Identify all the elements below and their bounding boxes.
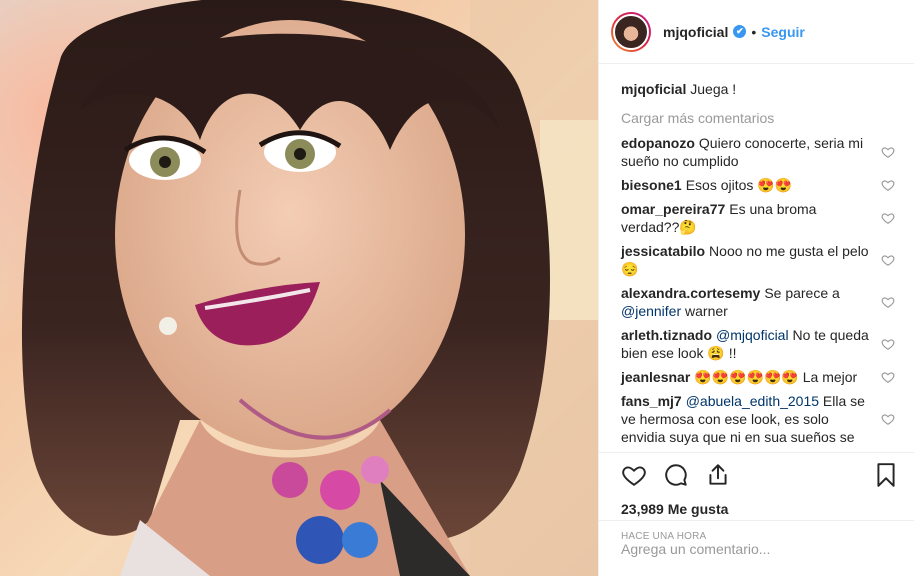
like-comment-heart-icon[interactable]	[881, 337, 895, 351]
comment-text: Se parece a	[764, 285, 840, 301]
like-comment-heart-icon[interactable]	[881, 253, 895, 267]
comment-mention-link[interactable]: @abuela_edith_2015	[686, 393, 819, 409]
comment-mention-link[interactable]: @mjqoficial	[716, 327, 789, 343]
comment-item: jeanlesnar 😍😍😍😍😍😍 La mejor	[621, 368, 899, 386]
comment-mention-link[interactable]: @jennifer	[621, 303, 681, 319]
heart-icon[interactable]	[621, 462, 647, 488]
avatar[interactable]	[611, 11, 651, 52]
caption: mjqoficial Juega !	[621, 80, 899, 98]
instagram-post: mjqoficial ✔ • Seguir mjqoficial Juega !…	[0, 0, 914, 576]
like-comment-heart-icon[interactable]	[881, 145, 895, 159]
comment-text: warner	[681, 303, 728, 319]
like-comment-heart-icon[interactable]	[881, 211, 895, 225]
post-side-panel: mjqoficial ✔ • Seguir mjqoficial Juega !…	[598, 0, 914, 576]
comment-username[interactable]: fans_mj7	[621, 393, 682, 409]
like-comment-heart-icon[interactable]	[881, 178, 895, 192]
separator-dot: •	[751, 23, 757, 40]
post-header: mjqoficial ✔ • Seguir	[599, 0, 914, 64]
add-comment-input[interactable]	[621, 540, 899, 557]
comments-list[interactable]: mjqoficial Juega ! Cargar más comentario…	[599, 72, 914, 450]
load-more-comments-button[interactable]: Cargar más comentarios	[621, 110, 899, 126]
comment-text: 😍😍😍😍😍😍 La mejor	[694, 369, 858, 385]
like-comment-heart-icon[interactable]	[881, 295, 895, 309]
post-photo[interactable]	[0, 0, 598, 576]
like-comment-heart-icon[interactable]	[881, 412, 895, 426]
header-username[interactable]: mjqoficial	[663, 24, 728, 40]
comment-item: biesone1 Esos ojitos 😍😍	[621, 176, 899, 194]
comment-username[interactable]: edopanozo	[621, 135, 695, 151]
comment-item: jessicatabilo Nooo no me gusta el pelo😔	[621, 242, 899, 278]
follow-button[interactable]: Seguir	[761, 24, 805, 40]
comment-username[interactable]: biesone1	[621, 177, 682, 193]
selfie-image	[0, 0, 598, 576]
comment-username[interactable]: alexandra.cortesemy	[621, 285, 760, 301]
add-comment-bar	[599, 520, 914, 576]
comment-item: edopanozo Quiero conocerte, seria mi sueñ…	[621, 134, 899, 170]
comment-username[interactable]: jessicatabilo	[621, 243, 705, 259]
bookmark-icon[interactable]	[873, 462, 899, 488]
likes-count[interactable]: 23,989 Me gusta	[621, 501, 899, 517]
share-icon[interactable]	[705, 462, 731, 488]
verified-badge-icon: ✔	[733, 25, 747, 38]
like-comment-heart-icon[interactable]	[881, 370, 895, 384]
comment-icon[interactable]	[663, 462, 689, 488]
comment-item: arleth.tiznado @mjqoficial No te queda bi…	[621, 326, 899, 362]
comment-text: Esos ojitos 😍😍	[685, 177, 793, 193]
comment-username[interactable]: arleth.tiznado	[621, 327, 712, 343]
caption-username[interactable]: mjqoficial	[621, 81, 686, 97]
caption-text: Juega !	[690, 81, 737, 97]
action-buttons-row	[621, 455, 899, 495]
comment-username[interactable]: omar_pereira77	[621, 201, 725, 217]
comment-item: fans_mj7 @abuela_edith_2015 Ella se ve he…	[621, 392, 899, 446]
comment-item: alexandra.cortesemy Se parece a @jennifer…	[621, 284, 899, 320]
comment-username[interactable]: jeanlesnar	[621, 369, 690, 385]
comment-item: omar_pereira77 Es una broma verdad??🤔	[621, 200, 899, 236]
